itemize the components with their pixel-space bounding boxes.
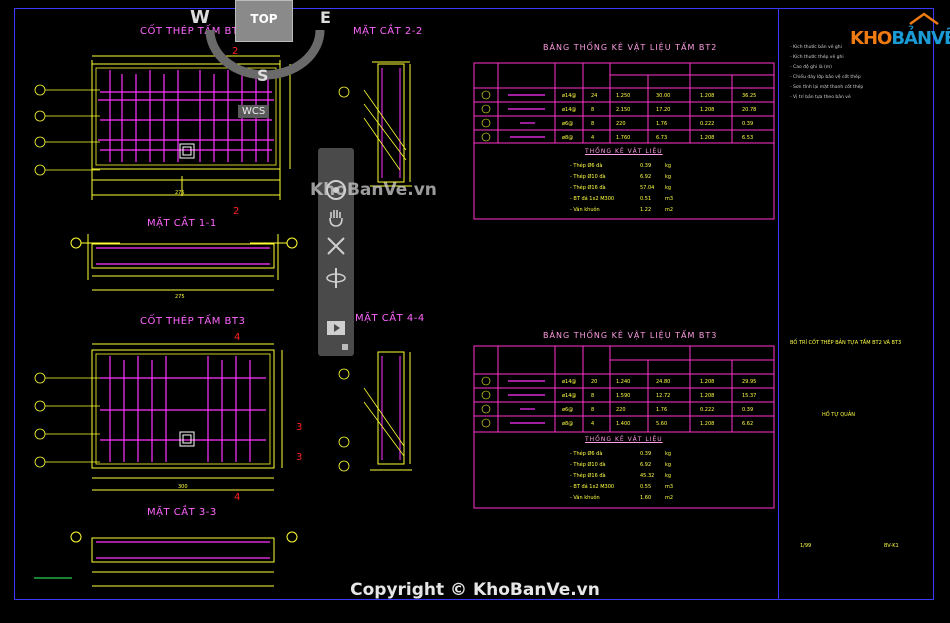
viewcube-east[interactable]: E	[320, 8, 331, 27]
viewcube-west[interactable]: W	[190, 7, 210, 28]
kho-ban-ve-logo: KHOBẢNVẼ	[850, 12, 950, 54]
table-bt2-summary-title: THỐNG KÊ VẬT LIỆU	[585, 148, 663, 155]
bt3-rebar-title: CỐT THÉP TẤM BT3	[140, 316, 246, 327]
wcs-button[interactable]: WCS	[238, 105, 270, 118]
center-watermark: KhoBanVe.vn	[310, 180, 437, 200]
section-33-title: MẶT CẮT 3-3	[147, 507, 217, 518]
showmotion-icon[interactable]	[324, 316, 348, 340]
table-bt2-title: BẢNG THỐNG KÊ VẬT LIỆU TẤM BT2	[543, 43, 718, 52]
viewcube-top-face[interactable]: TOP	[235, 0, 293, 42]
navbar-menu-chevron-icon[interactable]	[342, 344, 348, 350]
zoom-icon[interactable]	[324, 234, 348, 258]
logo-text-kho: KHO	[850, 28, 892, 49]
section-22-title: MẶT CẮT 2-2	[353, 26, 423, 37]
logo-text-banve: BẢNVẼ	[891, 28, 950, 49]
table-bt3-summary-title: THỐNG KÊ VẬT LIỆU	[585, 436, 663, 443]
pan-hand-icon[interactable]	[324, 206, 348, 230]
copyright-text: Copyright © KhoBanVe.vn	[350, 580, 600, 600]
section-44-title: MẶT CẮT 4-4	[355, 313, 425, 324]
title-block-divider	[778, 8, 779, 600]
table-bt3-title: BẢNG THỐNG KÊ VẬT LIỆU TẤM BT3	[543, 331, 718, 340]
section-11-title: MẶT CẮT 1-1	[147, 218, 217, 229]
viewcube-south[interactable]: S	[257, 66, 269, 85]
orbit-icon[interactable]	[324, 266, 348, 290]
